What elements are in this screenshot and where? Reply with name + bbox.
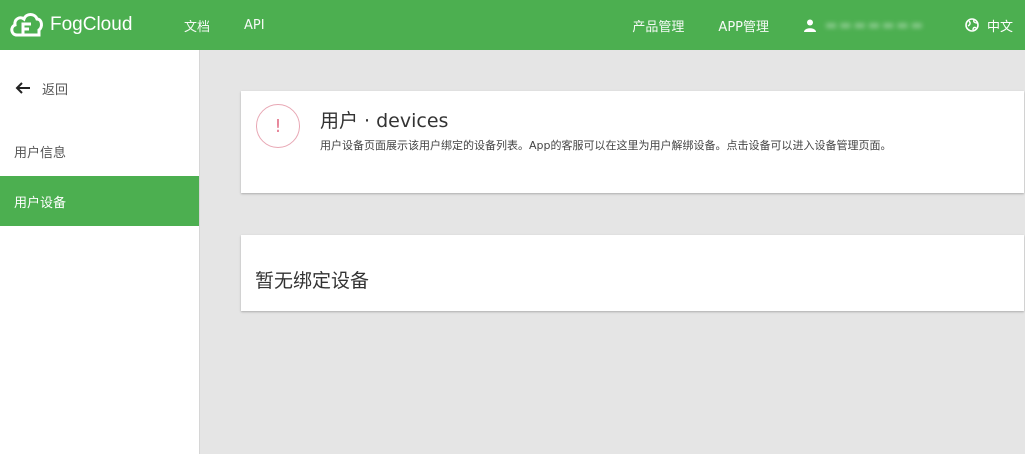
exclamation-circle-icon: ! — [256, 104, 300, 148]
page-description: 用户设备页面展示该用户绑定的设备列表。App的客服可以在这里为用户解绑设备。点击… — [320, 139, 892, 152]
nav-api-link[interactable]: API — [244, 18, 265, 33]
nav-product-management-link[interactable]: 产品管理 — [632, 16, 684, 35]
brand[interactable]: FogCloud — [8, 7, 168, 43]
info-card: ! 用户 · devices 用户设备页面展示该用户绑定的设备列表。App的客服… — [241, 91, 1024, 193]
language-switcher[interactable]: 中文 — [965, 16, 1013, 35]
page-title: 用户 · devices — [320, 110, 449, 132]
language-label: 中文 — [986, 19, 1013, 35]
user-name: ▬▬▬▬▬▬▬ — [825, 17, 925, 33]
user-icon — [804, 19, 816, 32]
user-menu[interactable]: ▬▬▬▬▬▬▬ — [803, 18, 925, 33]
nav-left: 文档 API — [184, 16, 299, 35]
nav-docs-link[interactable]: 文档 — [184, 16, 210, 35]
fogcloud-logo-icon — [10, 13, 43, 37]
alert-symbol: ! — [274, 115, 282, 137]
globe-icon — [965, 18, 979, 32]
nav-right: 产品管理 APP管理 ▬▬▬▬▬▬▬ 中文 — [632, 0, 1025, 50]
sidebar-item-label: 用户设备 — [14, 195, 67, 211]
sidebar: 返回 用户信息 用户设备 — [0, 50, 200, 454]
nav-app-management-link[interactable]: APP管理 — [718, 16, 769, 35]
sidebar-item-user-info[interactable]: 用户信息 — [0, 126, 199, 176]
brand-name: FogCloud — [50, 14, 133, 35]
devices-card: 暂无绑定设备 — [241, 235, 1024, 311]
empty-state-message: 暂无绑定设备 — [255, 270, 370, 292]
top-navbar: FogCloud 文档 API 产品管理 APP管理 ▬▬▬▬▬▬▬ 中文 — [0, 0, 1025, 50]
sidebar-item-label: 用户信息 — [14, 145, 67, 161]
sidebar-item-user-devices[interactable]: 用户设备 — [0, 176, 199, 226]
back-label: 返回 — [42, 82, 69, 98]
arrow-left-icon — [15, 82, 30, 94]
back-button[interactable]: 返回 — [0, 50, 199, 126]
